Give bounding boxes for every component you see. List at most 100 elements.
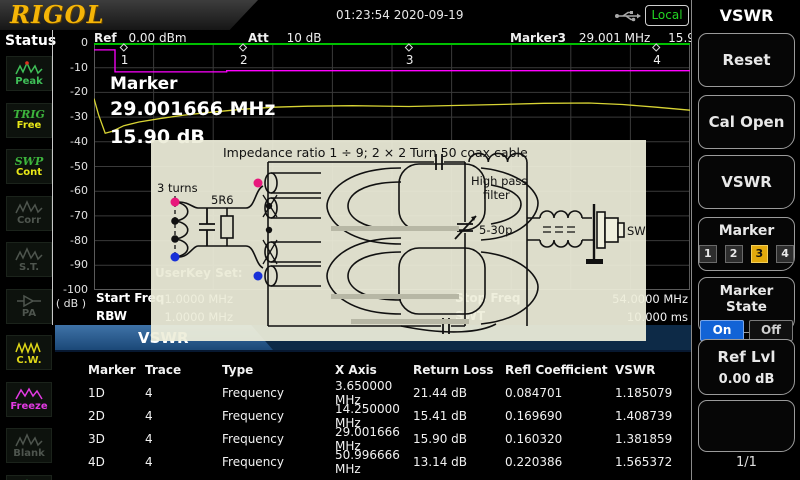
ref-lvl-label: Ref Lvl bbox=[699, 348, 794, 366]
status-item-label: Cont bbox=[16, 168, 42, 178]
brand-logo: RIGOL bbox=[10, 0, 104, 29]
status-item-label: Corr bbox=[17, 216, 41, 226]
status-icon-list: Peak TRIGFree SWPCont Corr S.T. PA C.W. Freeze B… bbox=[6, 56, 50, 480]
status-item-mode: SWP bbox=[15, 156, 44, 167]
page-indicator: 1/1 bbox=[692, 455, 800, 470]
diagram-filter-label-1: High pass bbox=[471, 174, 527, 188]
marker-diamond-4[interactable] bbox=[653, 44, 660, 51]
table-cell-row4: 4D bbox=[88, 455, 145, 469]
pink-terminal-dot bbox=[171, 198, 180, 207]
table-header-vswr: VSWR bbox=[615, 363, 685, 377]
y-axis-unit: ( dB ) bbox=[52, 297, 86, 310]
status-item-cont: SWPCont bbox=[6, 149, 52, 184]
status-item-label: S.T. bbox=[19, 263, 39, 273]
circuit-diagram-overlay: Impedance ratio 1 ÷ 9; 2 × 2 Turn 50 coa… bbox=[151, 140, 646, 341]
y-tick--90: -90 bbox=[54, 258, 88, 271]
status-item-mode: TRIG bbox=[13, 109, 45, 120]
ref-lvl-button[interactable]: Ref Lvl 0.00 dB bbox=[698, 339, 795, 395]
table-header-return-loss: Return Loss bbox=[413, 363, 505, 377]
reset-button[interactable]: Reset bbox=[698, 33, 795, 87]
status-item-freeze: Freeze bbox=[6, 382, 52, 417]
table-cell-row2: 4 bbox=[145, 409, 222, 423]
status-item-label: Blank bbox=[13, 449, 45, 459]
table-cell-row4: 13.14 dB bbox=[413, 455, 505, 469]
table-header-refl-coefficient: Refl Coefficient bbox=[505, 363, 615, 377]
instrument-screen: RIGOL 01:23:54 2020-09-19 Local Status P… bbox=[0, 0, 800, 480]
marker-state-label: Marker State bbox=[699, 283, 794, 315]
marker-chip-4[interactable]: 4 bbox=[776, 245, 794, 263]
table-cell-row4: 50.996666 MHz bbox=[335, 448, 413, 476]
vswr-button[interactable]: VSWR bbox=[698, 155, 795, 209]
y-tick--40: -40 bbox=[54, 135, 88, 148]
table-header-x-axis: X Axis bbox=[335, 363, 413, 377]
sidebar-menu-title: VSWR bbox=[692, 6, 800, 25]
ref-lvl-value: 0.00 dB bbox=[699, 372, 794, 387]
marker-number-2: 2 bbox=[240, 53, 248, 67]
diagram-cap-label: 5-30p bbox=[479, 223, 512, 237]
y-tick--70: -70 bbox=[54, 209, 88, 222]
marker-number-4: 4 bbox=[653, 53, 661, 67]
status-item-ab: A−B bbox=[6, 475, 52, 480]
marker-number-3: 3 bbox=[406, 53, 414, 67]
status-item-cw: C.W. bbox=[6, 335, 52, 370]
marker-number-chips: 1234 bbox=[699, 245, 794, 263]
table-cell-row4: 0.220386 bbox=[505, 455, 615, 469]
cal-open-button[interactable]: Cal Open bbox=[698, 95, 795, 149]
diagram-title: Impedance ratio 1 ÷ 9; 2 × 2 Turn 50 coa… bbox=[223, 145, 528, 160]
rbw-label: RBW bbox=[96, 309, 127, 323]
table-cell-row2: 1.408739 bbox=[615, 409, 685, 423]
blue-terminal-dot bbox=[171, 253, 180, 262]
y-tick--10: -10 bbox=[54, 61, 88, 74]
marker-select-label: Marker bbox=[699, 223, 794, 239]
freeze-waveform-icon bbox=[15, 386, 43, 401]
table-cell-row4: Frequency bbox=[222, 455, 335, 469]
y-tick--100: -100 bbox=[54, 283, 88, 296]
marker-chip-1[interactable]: 1 bbox=[699, 245, 717, 263]
table-header-marker: Marker bbox=[88, 363, 145, 377]
status-item-free: TRIGFree bbox=[6, 103, 52, 138]
cw-waveform-icon bbox=[15, 340, 43, 355]
softkey-sidebar: VSWR Reset Cal Open VSWR Marker 1234 Mar… bbox=[691, 0, 800, 480]
marker-diamond-3[interactable] bbox=[405, 44, 412, 51]
y-tick--20: -20 bbox=[54, 85, 88, 98]
marker-state-on[interactable]: On bbox=[700, 320, 744, 341]
local-mode-badge[interactable]: Local bbox=[645, 5, 689, 26]
empty-softkey[interactable] bbox=[698, 400, 795, 452]
table-cell-row3: 15.90 dB bbox=[413, 432, 505, 446]
preamp-icon bbox=[15, 293, 43, 308]
status-item-label: PA bbox=[22, 309, 36, 319]
marker-select-button[interactable]: Marker 1234 bbox=[698, 217, 795, 271]
table-cell-row3: Frequency bbox=[222, 432, 335, 446]
usb-icon bbox=[614, 9, 642, 23]
status-separator bbox=[52, 30, 53, 325]
marker-diamond-2[interactable] bbox=[240, 44, 247, 51]
diagram-filter-label-2: filter bbox=[483, 188, 510, 202]
table-cell-row1: 21.44 dB bbox=[413, 386, 505, 400]
marker-chip-2[interactable]: 2 bbox=[725, 245, 743, 263]
table-cell-row3: 3D bbox=[88, 432, 145, 446]
datetime-display: 01:23:54 2020-09-19 bbox=[336, 8, 463, 22]
status-item-label: Free bbox=[17, 121, 42, 131]
y-tick--80: -80 bbox=[54, 234, 88, 247]
marker-chip-3[interactable]: 3 bbox=[751, 245, 769, 263]
blank-waveform-icon bbox=[15, 433, 43, 448]
table-cell-row1: 1D bbox=[88, 386, 145, 400]
status-item-peak: Peak bbox=[6, 56, 52, 91]
table-cell-row3: 4 bbox=[145, 432, 222, 446]
marker-state-button[interactable]: Marker State On Off bbox=[698, 277, 795, 333]
table-cell-row1: 1.185079 bbox=[615, 386, 685, 400]
marker-overlay-title: Marker bbox=[110, 74, 178, 94]
marker-state-off[interactable]: Off bbox=[749, 320, 793, 341]
diagram-turns-label: 3 turns bbox=[157, 181, 198, 195]
table-header-trace: Trace bbox=[145, 363, 222, 377]
status-item-label: C.W. bbox=[16, 356, 41, 366]
peak-waveform-icon bbox=[15, 61, 43, 76]
table-header-type: Type bbox=[222, 363, 335, 377]
marker-overlay-freq: 29.001666 MHz bbox=[110, 98, 275, 120]
table-cell-row3: 0.160320 bbox=[505, 432, 615, 446]
table-cell-row4: 1.565372 bbox=[615, 455, 685, 469]
status-item-st: S.T. bbox=[6, 242, 52, 277]
status-panel-title: Status bbox=[5, 33, 56, 49]
st-waveform-icon bbox=[15, 247, 43, 262]
marker-diamond-1[interactable] bbox=[120, 44, 127, 51]
